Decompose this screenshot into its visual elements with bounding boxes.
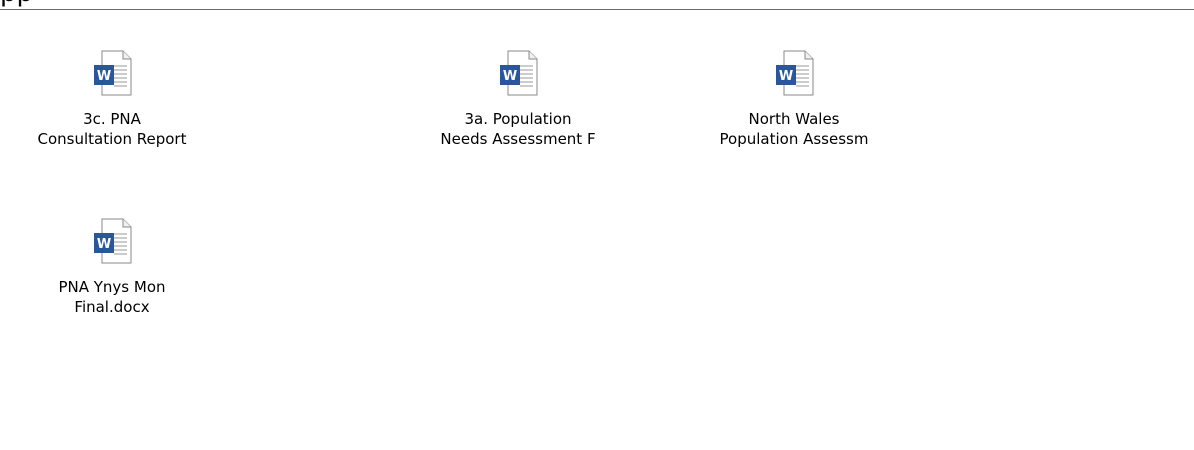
file-name-line: North Wales [748, 110, 840, 128]
svg-text:W: W [97, 69, 111, 84]
file-name-line: Population Assessm [719, 130, 869, 148]
svg-text:W: W [97, 237, 111, 252]
word-document-icon: W [94, 218, 132, 264]
file-item-3a-population-needs-assessment[interactable]: W 3a. Population Needs Assessment F [408, 40, 628, 170]
word-document-icon: W [776, 50, 814, 96]
file-name: PNA Ynys Mon Final.docx [7, 277, 217, 317]
file-name-line: 3c. PNA [83, 110, 141, 128]
svg-text:W: W [503, 69, 517, 84]
file-name-line: Final.docx [74, 298, 150, 316]
file-item-pna-ynys-mon-final[interactable]: W PNA Ynys Mon Final.docx [2, 208, 222, 338]
file-name-line: Needs Assessment F [440, 130, 596, 148]
file-name-line: PNA Ynys Mon [58, 278, 166, 296]
window-title: pp [0, 0, 33, 8]
file-name: North Wales Population Assessm [689, 109, 899, 149]
file-item-3c-pna-consultation-report[interactable]: W 3c. PNA Consultation Report [2, 40, 222, 170]
word-document-icon: W [94, 50, 132, 96]
file-name: 3a. Population Needs Assessment F [413, 109, 623, 149]
svg-text:W: W [779, 69, 793, 84]
window-title-bar: pp [0, 0, 1194, 10]
word-document-icon: W [500, 50, 538, 96]
file-item-north-wales-population-assessment[interactable]: W North Wales Population Assessm [684, 40, 904, 170]
file-name-line: Consultation Report [37, 130, 187, 148]
file-name: 3c. PNA Consultation Report [7, 109, 217, 149]
file-icons-view: W 3c. PNA Consultation Report W 3a. Popu… [0, 10, 1194, 450]
file-name-line: 3a. Population [464, 110, 572, 128]
